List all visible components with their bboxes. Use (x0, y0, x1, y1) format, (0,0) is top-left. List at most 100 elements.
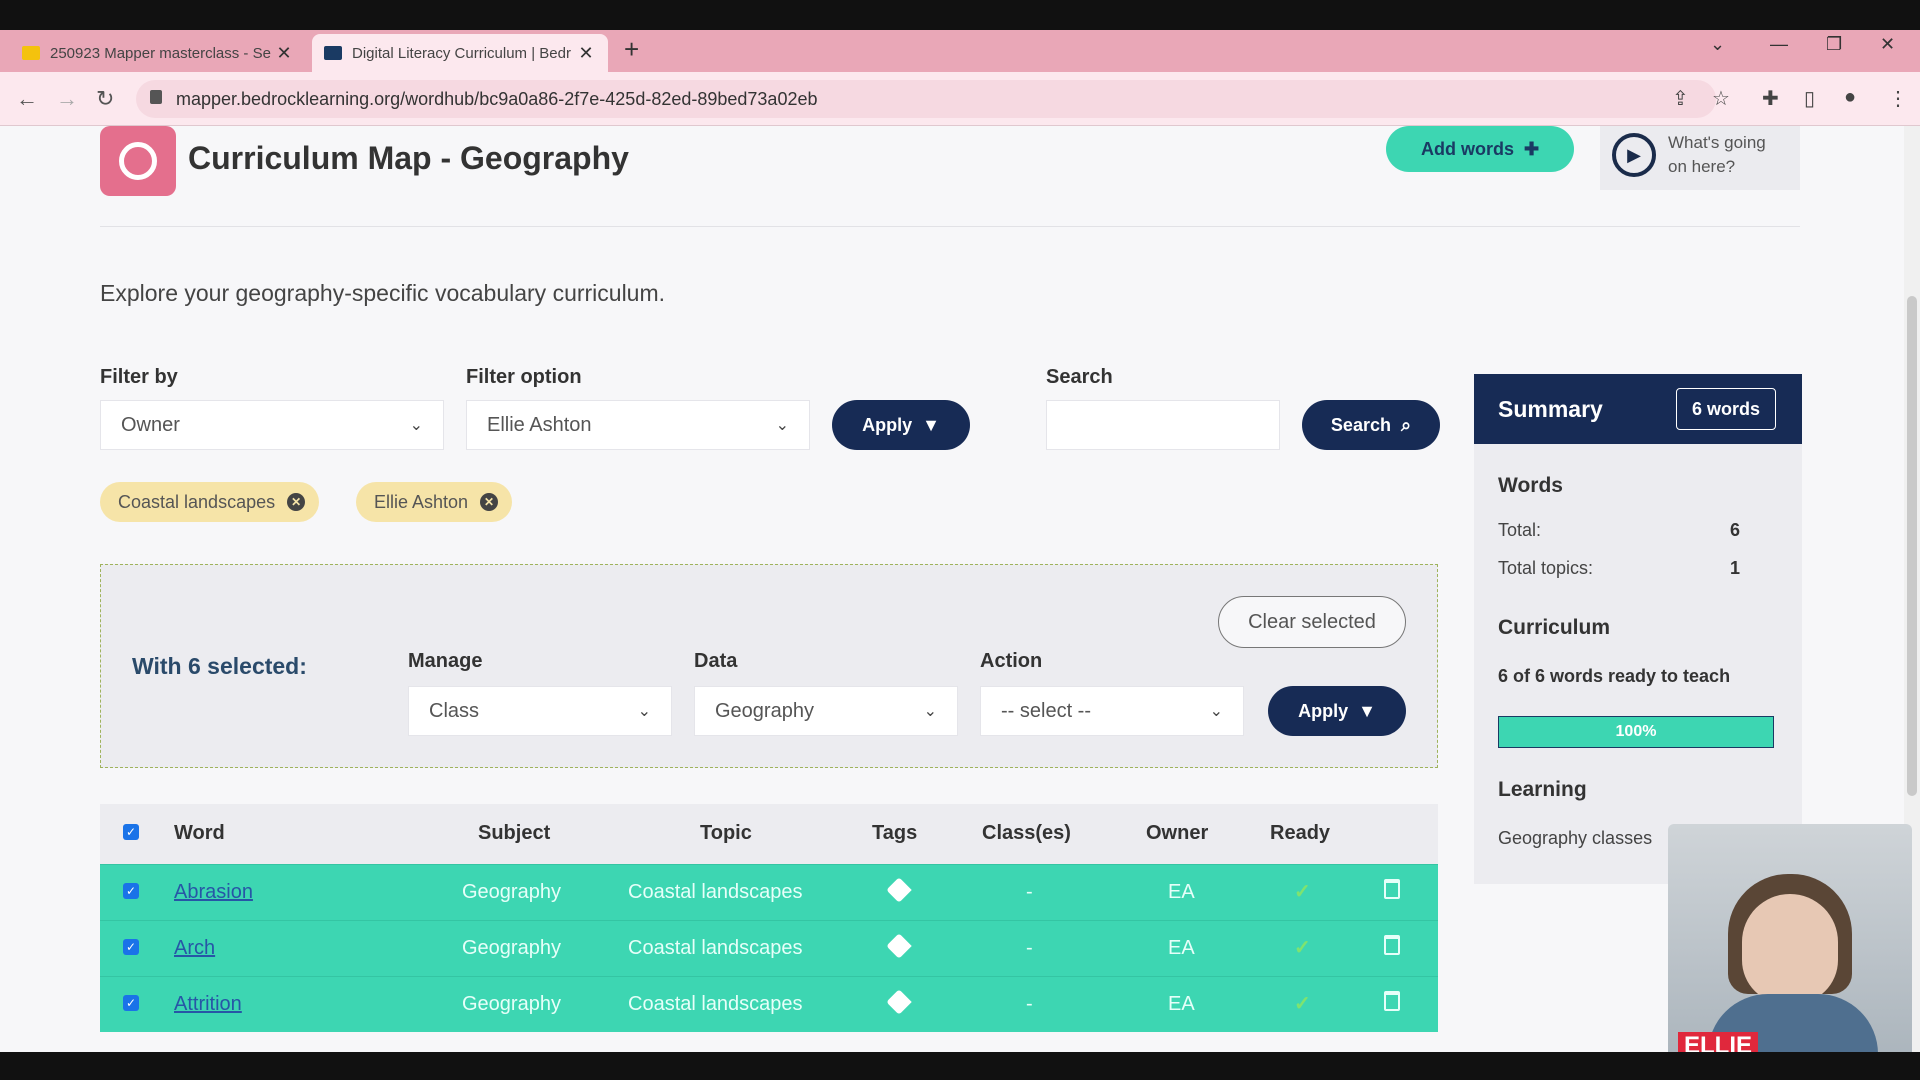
scrollbar-thumb[interactable] (1907, 296, 1917, 796)
word-link[interactable]: Attrition (174, 993, 242, 1016)
new-tab-icon[interactable]: + (624, 34, 639, 65)
ready-check-icon: ✓ (1294, 937, 1311, 959)
column-subject[interactable]: Subject (478, 822, 550, 845)
minimize-icon[interactable]: — (1770, 34, 1788, 55)
column-tags: Tags (872, 822, 918, 844)
close-window-icon[interactable]: ✕ (1880, 34, 1895, 55)
column-classes[interactable]: Class(es) (982, 822, 1071, 845)
word-link[interactable]: Arch (174, 937, 215, 960)
apply-label: Apply (1298, 700, 1349, 721)
table-header: ✓ Word Subject Topic Tags Class(es) Owne… (100, 804, 1438, 864)
browser-tab-digital-literacy[interactable]: Digital Literacy Curriculum | Bedr ✕ (312, 34, 608, 72)
ready-progress-bar: 100% (1498, 716, 1774, 748)
url-field[interactable]: mapper.bedrocklearning.org/wordhub/bc9a0… (136, 80, 1716, 118)
topic-cell: Coastal landscapes (628, 881, 803, 903)
total-label: Total: (1498, 520, 1542, 540)
words-heading: Words (1498, 474, 1563, 497)
profile-avatar-icon[interactable]: ● (1844, 86, 1856, 109)
filter-by-select[interactable]: Owner ⌄ (100, 400, 444, 450)
webcam-overlay: ELLIE (1668, 824, 1912, 1072)
search-input[interactable] (1046, 400, 1280, 450)
divider (100, 226, 1800, 227)
filter-option-select[interactable]: Ellie Ashton ⌄ (466, 400, 810, 450)
classes-cell: - (1026, 881, 1033, 903)
classes-cell: - (1026, 993, 1033, 1015)
classes-cell: - (1026, 937, 1033, 959)
filter-by-label: Filter by (100, 366, 178, 388)
subject-cell: Geography (462, 937, 561, 959)
filter-icon: ▼ (1358, 700, 1376, 721)
manage-select[interactable]: Class ⌄ (408, 686, 672, 736)
share-icon[interactable]: ⇪ (1672, 86, 1689, 111)
browser-tab-mapper-masterclass[interactable]: 250923 Mapper masterclass - Se ✕ (10, 34, 306, 72)
filter-apply-button[interactable]: Apply ▼ (832, 400, 970, 450)
delete-icon[interactable] (1384, 879, 1400, 899)
bulk-apply-button[interactable]: Apply ▼ (1268, 686, 1406, 736)
close-tab-icon[interactable]: ✕ (576, 43, 596, 64)
screen-top-bar (0, 0, 1920, 30)
tab-search-chevron-icon[interactable]: ⌄ (1710, 34, 1725, 55)
data-label: Data (694, 650, 738, 672)
remove-chip-icon[interactable]: ✕ (287, 493, 306, 511)
subject-cell: Geography (462, 993, 561, 1015)
chevron-down-icon: ⌄ (1209, 703, 1223, 720)
tag-icon[interactable] (886, 877, 912, 903)
tag-icon[interactable] (886, 989, 912, 1015)
column-word[interactable]: Word (174, 822, 225, 845)
table-row: ✓ Abrasion Geography Coastal landscapes … (100, 864, 1438, 920)
apply-label: Apply (862, 414, 913, 435)
help-video-button[interactable]: ▶ What's going on here? (1600, 126, 1800, 190)
close-tab-icon[interactable]: ✕ (274, 43, 294, 64)
side-panel-icon[interactable]: ▯ (1804, 86, 1815, 111)
presenter-face (1742, 894, 1838, 1004)
search-label: Search (1046, 366, 1113, 388)
action-value: -- select -- (1001, 699, 1091, 722)
topic-cell: Coastal landscapes (628, 937, 803, 959)
column-topic[interactable]: Topic (700, 822, 752, 845)
action-select[interactable]: -- select -- ⌄ (980, 686, 1244, 736)
reload-icon[interactable]: ↻ (96, 86, 114, 112)
data-value: Geography (715, 699, 814, 722)
column-ready[interactable]: Ready (1270, 822, 1330, 845)
clear-selected-button[interactable]: Clear selected (1218, 596, 1406, 648)
lock-icon (150, 90, 162, 104)
address-bar-row: ← → ↻ mapper.bedrocklearning.org/wordhub… (0, 72, 1920, 126)
words-table: ✓ Word Subject Topic Tags Class(es) Owne… (100, 804, 1438, 1032)
delete-icon[interactable] (1384, 991, 1400, 1011)
tag-icon[interactable] (886, 933, 912, 959)
ready-text: 6 of 6 words ready to teach (1498, 666, 1731, 686)
ready-check-icon: ✓ (1294, 881, 1311, 903)
word-link[interactable]: Abrasion (174, 881, 253, 904)
word-count-badge: 6 words (1676, 388, 1776, 430)
bookmark-star-icon[interactable]: ☆ (1712, 86, 1730, 111)
tab-title: Digital Literacy Curriculum | Bedr (352, 44, 571, 62)
curriculum-heading: Curriculum (1498, 616, 1611, 639)
ready-check-icon: ✓ (1294, 993, 1311, 1015)
chevron-down-icon: ⌄ (409, 417, 423, 434)
chip-label: Coastal landscapes (118, 491, 276, 512)
add-words-button[interactable]: Add words ✚ (1386, 126, 1574, 172)
screen-bottom-bar (0, 1052, 1920, 1080)
row-checkbox[interactable]: ✓ (123, 883, 139, 899)
column-owner[interactable]: Owner (1146, 822, 1208, 845)
delete-icon[interactable] (1384, 935, 1400, 955)
selected-count-label: With 6 selected: (132, 653, 307, 679)
plus-icon: ✚ (1523, 138, 1540, 159)
forward-icon[interactable]: → (56, 86, 78, 112)
select-all-checkbox[interactable]: ✓ (123, 824, 139, 840)
row-checkbox[interactable]: ✓ (123, 995, 139, 1011)
summary-title: Summary (1498, 396, 1603, 422)
extensions-icon[interactable]: ✚ (1762, 86, 1779, 111)
filter-option-label: Filter option (466, 366, 582, 388)
action-label: Action (980, 650, 1043, 672)
data-select[interactable]: Geography ⌄ (694, 686, 958, 736)
back-icon[interactable]: ← (16, 86, 38, 112)
row-checkbox[interactable]: ✓ (123, 939, 139, 955)
restore-icon[interactable]: ❐ (1826, 34, 1842, 55)
browser-menu-icon[interactable]: ⋮ (1888, 86, 1908, 111)
help-label: What's going on here? (1668, 133, 1766, 176)
play-icon: ▶ (1612, 133, 1656, 177)
search-button[interactable]: Search ⌕ (1302, 400, 1440, 450)
remove-chip-icon[interactable]: ✕ (480, 493, 499, 511)
filter-icon: ▼ (922, 414, 940, 435)
